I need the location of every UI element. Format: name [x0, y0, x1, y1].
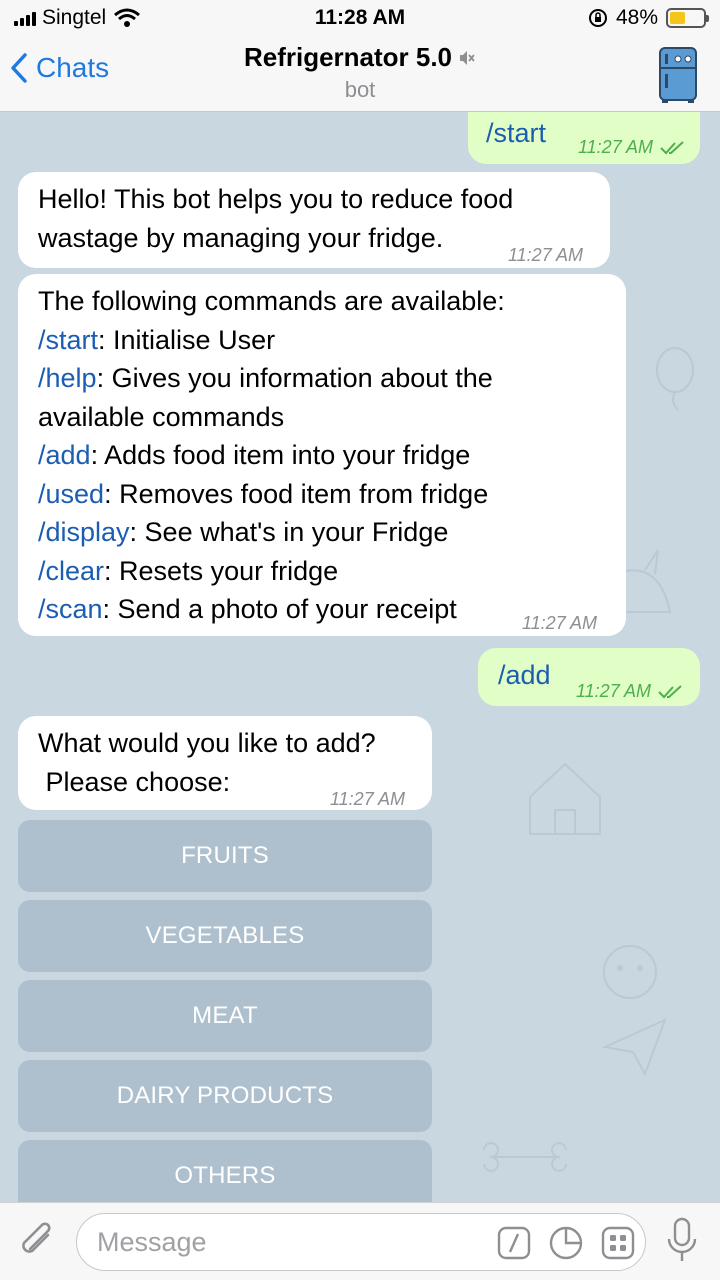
message-text[interactable]: /start [486, 114, 546, 153]
read-ticks-icon [658, 685, 682, 699]
command-description: : Adds food item into your fridge [90, 440, 471, 470]
status-bar: Singtel 11:28 AM 48% [0, 0, 720, 36]
command-description: : Initialise User [98, 324, 276, 355]
incoming-message[interactable]: The following commands are available: /s… [18, 274, 626, 636]
outgoing-message[interactable]: /start 11:27 AM [468, 112, 700, 164]
outgoing-message[interactable]: /add 11:27 AM [478, 648, 700, 706]
command-description: : Resets your fridge [104, 555, 339, 586]
command-link[interactable]: /used [38, 479, 104, 509]
command-line: available commands [38, 398, 606, 437]
bot-commands-icon[interactable] [497, 1226, 531, 1260]
battery-percent: 48% [615, 6, 658, 29]
muted-speaker-icon [460, 50, 475, 65]
command-link[interactable]: /start [38, 325, 98, 355]
fridge-icon[interactable] [652, 46, 704, 104]
message-text[interactable]: /add [498, 656, 551, 695]
command-description: : Gives you information about the [96, 363, 493, 393]
keyboard-button-fruits[interactable]: FRUITS [18, 820, 432, 892]
sticker-icon[interactable] [549, 1226, 583, 1260]
incoming-message[interactable]: Hello! This bot helps you to reduce food… [18, 172, 610, 268]
message-time: 11:27 AM [576, 681, 652, 701]
message-time: 11:27 AM [508, 245, 584, 265]
doodle-dog-icon [603, 945, 657, 999]
doodle-balloon-icon [656, 347, 694, 411]
command-description: available commands [38, 401, 285, 432]
message-input[interactable] [97, 1224, 487, 1260]
message-time: 11:27 AM [330, 789, 406, 809]
command-description: : Send a photo of your receipt [102, 594, 457, 624]
keyboard-button-others[interactable]: OTHERS [18, 1140, 432, 1202]
keyboard-button-dairy-products[interactable]: DAIRY PRODUCTS [18, 1060, 432, 1132]
chat-subtitle: bot [344, 77, 376, 102]
incoming-message[interactable]: What would you like to add? Please choos… [18, 716, 432, 810]
message-time: 11:27 AM [522, 613, 598, 633]
composer-bar [0, 1202, 720, 1280]
bot-keyboard-icon[interactable] [601, 1226, 635, 1260]
keyboard-button-meat[interactable]: MEAT [18, 980, 432, 1052]
keyboard-button-vegetables[interactable]: VEGETABLES [18, 900, 432, 972]
doodle-house-icon [529, 762, 601, 835]
battery-icon [666, 8, 709, 28]
attachment-icon[interactable] [18, 1221, 56, 1263]
chat-title: Refrigernator 5.0 [243, 42, 453, 72]
doodle-bone-icon [483, 1142, 567, 1172]
orientation-lock-icon [588, 9, 607, 27]
command-link[interactable]: /display [38, 517, 130, 547]
doodle-paper-plane-icon [601, 1018, 667, 1077]
message-list[interactable]: /start 11:27 AM Hello! This bot helps yo… [0, 112, 720, 1202]
message-line: What would you like to add? [38, 728, 376, 758]
read-ticks-icon [660, 141, 684, 155]
command-link[interactable]: /clear [38, 556, 104, 586]
command-link[interactable]: /add [38, 440, 91, 470]
message-line: The following commands are available: [38, 286, 505, 316]
message-field[interactable] [76, 1213, 646, 1271]
command-description: : Removes food item from fridge [104, 478, 489, 509]
command-link[interactable]: /help [38, 363, 97, 393]
message-line: Hello! This bot helps you to reduce food [38, 184, 514, 214]
chat-title-area[interactable]: Refrigernator 5.0 bot [0, 42, 720, 103]
command-line: /start: Initialise User [38, 321, 606, 360]
microphone-icon[interactable] [666, 1217, 698, 1263]
command-line: /add: Adds food item into your fridge [38, 436, 606, 475]
chat-header: Chats Refrigernator 5.0 bot [0, 36, 720, 112]
command-description: : See what's in your Fridge [129, 517, 449, 547]
command-line: /used: Removes food item from fridge [38, 475, 606, 514]
command-line: /help: Gives you information about the [38, 359, 606, 398]
command-line: /display: See what's in your Fridge [38, 513, 606, 552]
message-time: 11:27 AM [578, 137, 654, 157]
command-link[interactable]: /scan [38, 594, 103, 624]
command-line: /scan: Send a photo of your receipt [38, 590, 606, 629]
command-line: /clear: Resets your fridge [38, 552, 606, 591]
